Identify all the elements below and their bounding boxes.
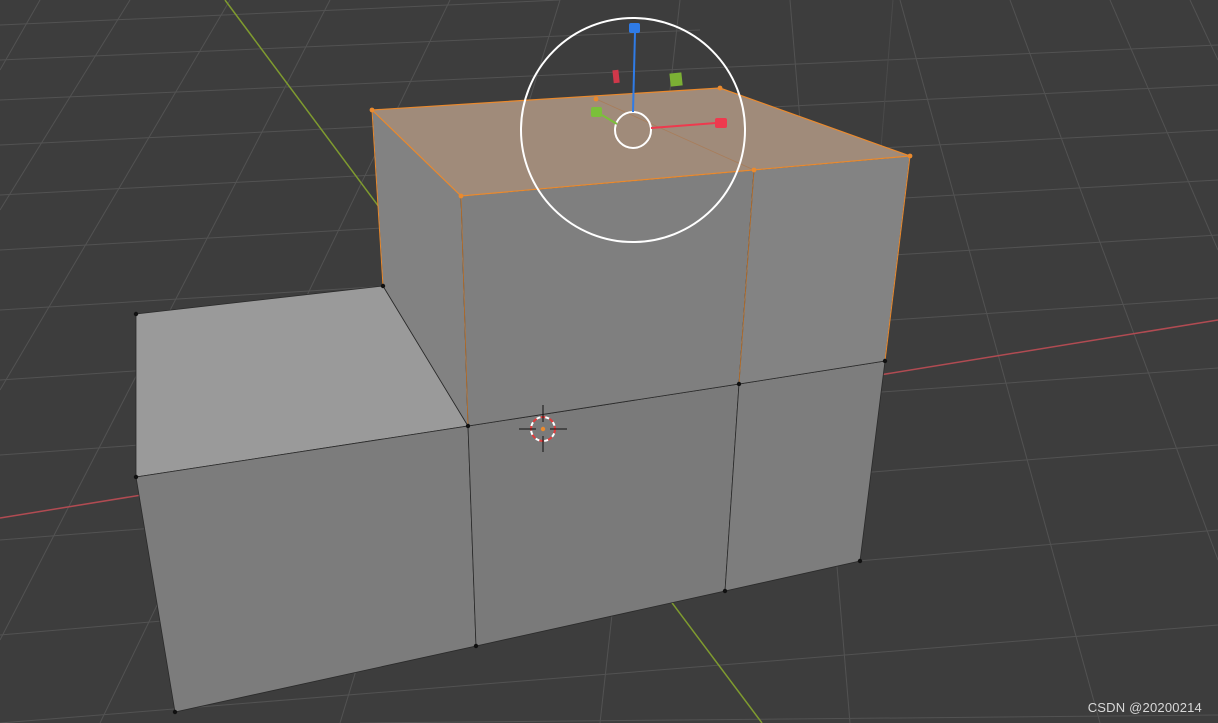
mesh-object[interactable]: [135, 108, 911, 713]
z-axis-line: [879, 0, 894, 161]
gizmo-y-handle[interactable]: [591, 107, 602, 117]
mesh-face-upper-front-left[interactable]: [460, 169, 755, 427]
gizmo-x-handle[interactable]: [715, 118, 727, 128]
gizmo-yz-plane-handle[interactable]: [669, 72, 683, 87]
watermark-text: CSDN @20200214: [1087, 700, 1202, 715]
mesh-face-lower-front-left[interactable]: [135, 425, 477, 713]
mesh-face-lower-front-mid[interactable]: [467, 383, 740, 647]
mesh-face-lower-front-right[interactable]: [724, 360, 886, 592]
y-axis-line-far: [224, 0, 386, 216]
gizmo-z-handle[interactable]: [629, 23, 640, 33]
mesh-face-upper-front-right[interactable]: [738, 155, 911, 385]
3d-viewport[interactable]: CSDN @20200214: [0, 0, 1218, 723]
viewport-scene[interactable]: [0, 0, 1218, 723]
